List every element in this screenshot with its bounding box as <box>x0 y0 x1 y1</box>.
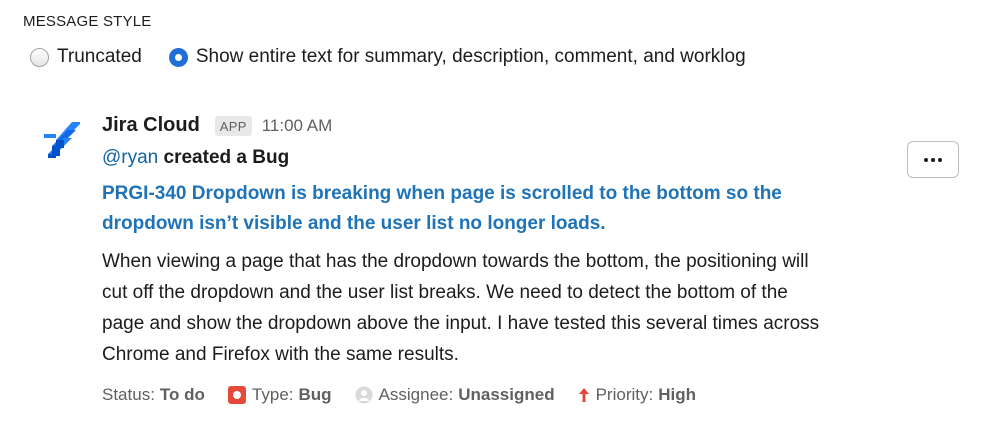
message-preview-panel: MESSAGE STYLE Truncated Show entire text… <box>0 0 999 441</box>
message-timestamp[interactable]: 11:00 AM <box>262 116 333 136</box>
app-name[interactable]: Jira Cloud <box>102 114 200 137</box>
issue-meta-row: Status: To do Type: Bug Assignee: Unassi… <box>102 385 719 405</box>
type-value: Bug <box>298 385 332 404</box>
priority-label: Priority: <box>595 385 654 404</box>
radio-option-truncated[interactable]: Truncated <box>30 46 142 68</box>
message-header: Jira Cloud APP 11:00 AM <box>102 114 332 137</box>
more-actions-button[interactable] <box>907 141 959 178</box>
priority-value: High <box>658 385 696 404</box>
app-badge: APP <box>214 115 252 136</box>
type-label: Type: <box>251 385 294 404</box>
more-horizontal-icon <box>924 157 928 162</box>
jira-logo-icon <box>42 120 82 160</box>
created-line: @ryan created a Bug <box>102 147 289 169</box>
action-text: created a Bug <box>163 147 290 168</box>
arrow-up-icon <box>578 386 590 404</box>
meta-assignee: Assignee: Unassigned <box>355 385 555 405</box>
message-style-options: Truncated Show entire text for summary, … <box>30 46 773 68</box>
status-value: To do <box>159 385 205 404</box>
issue-description: When viewing a page that has the dropdow… <box>102 251 820 365</box>
assignee-value: Unassigned <box>458 385 555 404</box>
meta-type: Type: Bug <box>227 385 332 405</box>
radio-option-show-entire-text[interactable]: Show entire text for summary, descriptio… <box>168 46 746 68</box>
meta-status: Status: To do <box>102 385 205 405</box>
user-mention[interactable]: @ryan <box>102 147 158 168</box>
issue-title-link[interactable]: PRGI-340 Dropdown is breaking when page … <box>102 179 862 239</box>
meta-priority: Priority: High <box>578 385 696 405</box>
radio-button-show-entire-text[interactable] <box>168 47 188 67</box>
section-title: MESSAGE STYLE <box>23 13 152 30</box>
assignee-label: Assignee: <box>378 385 454 404</box>
radio-label-truncated: Truncated <box>57 46 142 67</box>
radio-button-truncated[interactable] <box>30 47 49 67</box>
bug-icon <box>227 386 246 404</box>
status-label: Status: <box>102 385 155 404</box>
radio-label-show-entire-text: Show entire text for summary, descriptio… <box>195 46 746 67</box>
user-icon <box>355 386 373 404</box>
